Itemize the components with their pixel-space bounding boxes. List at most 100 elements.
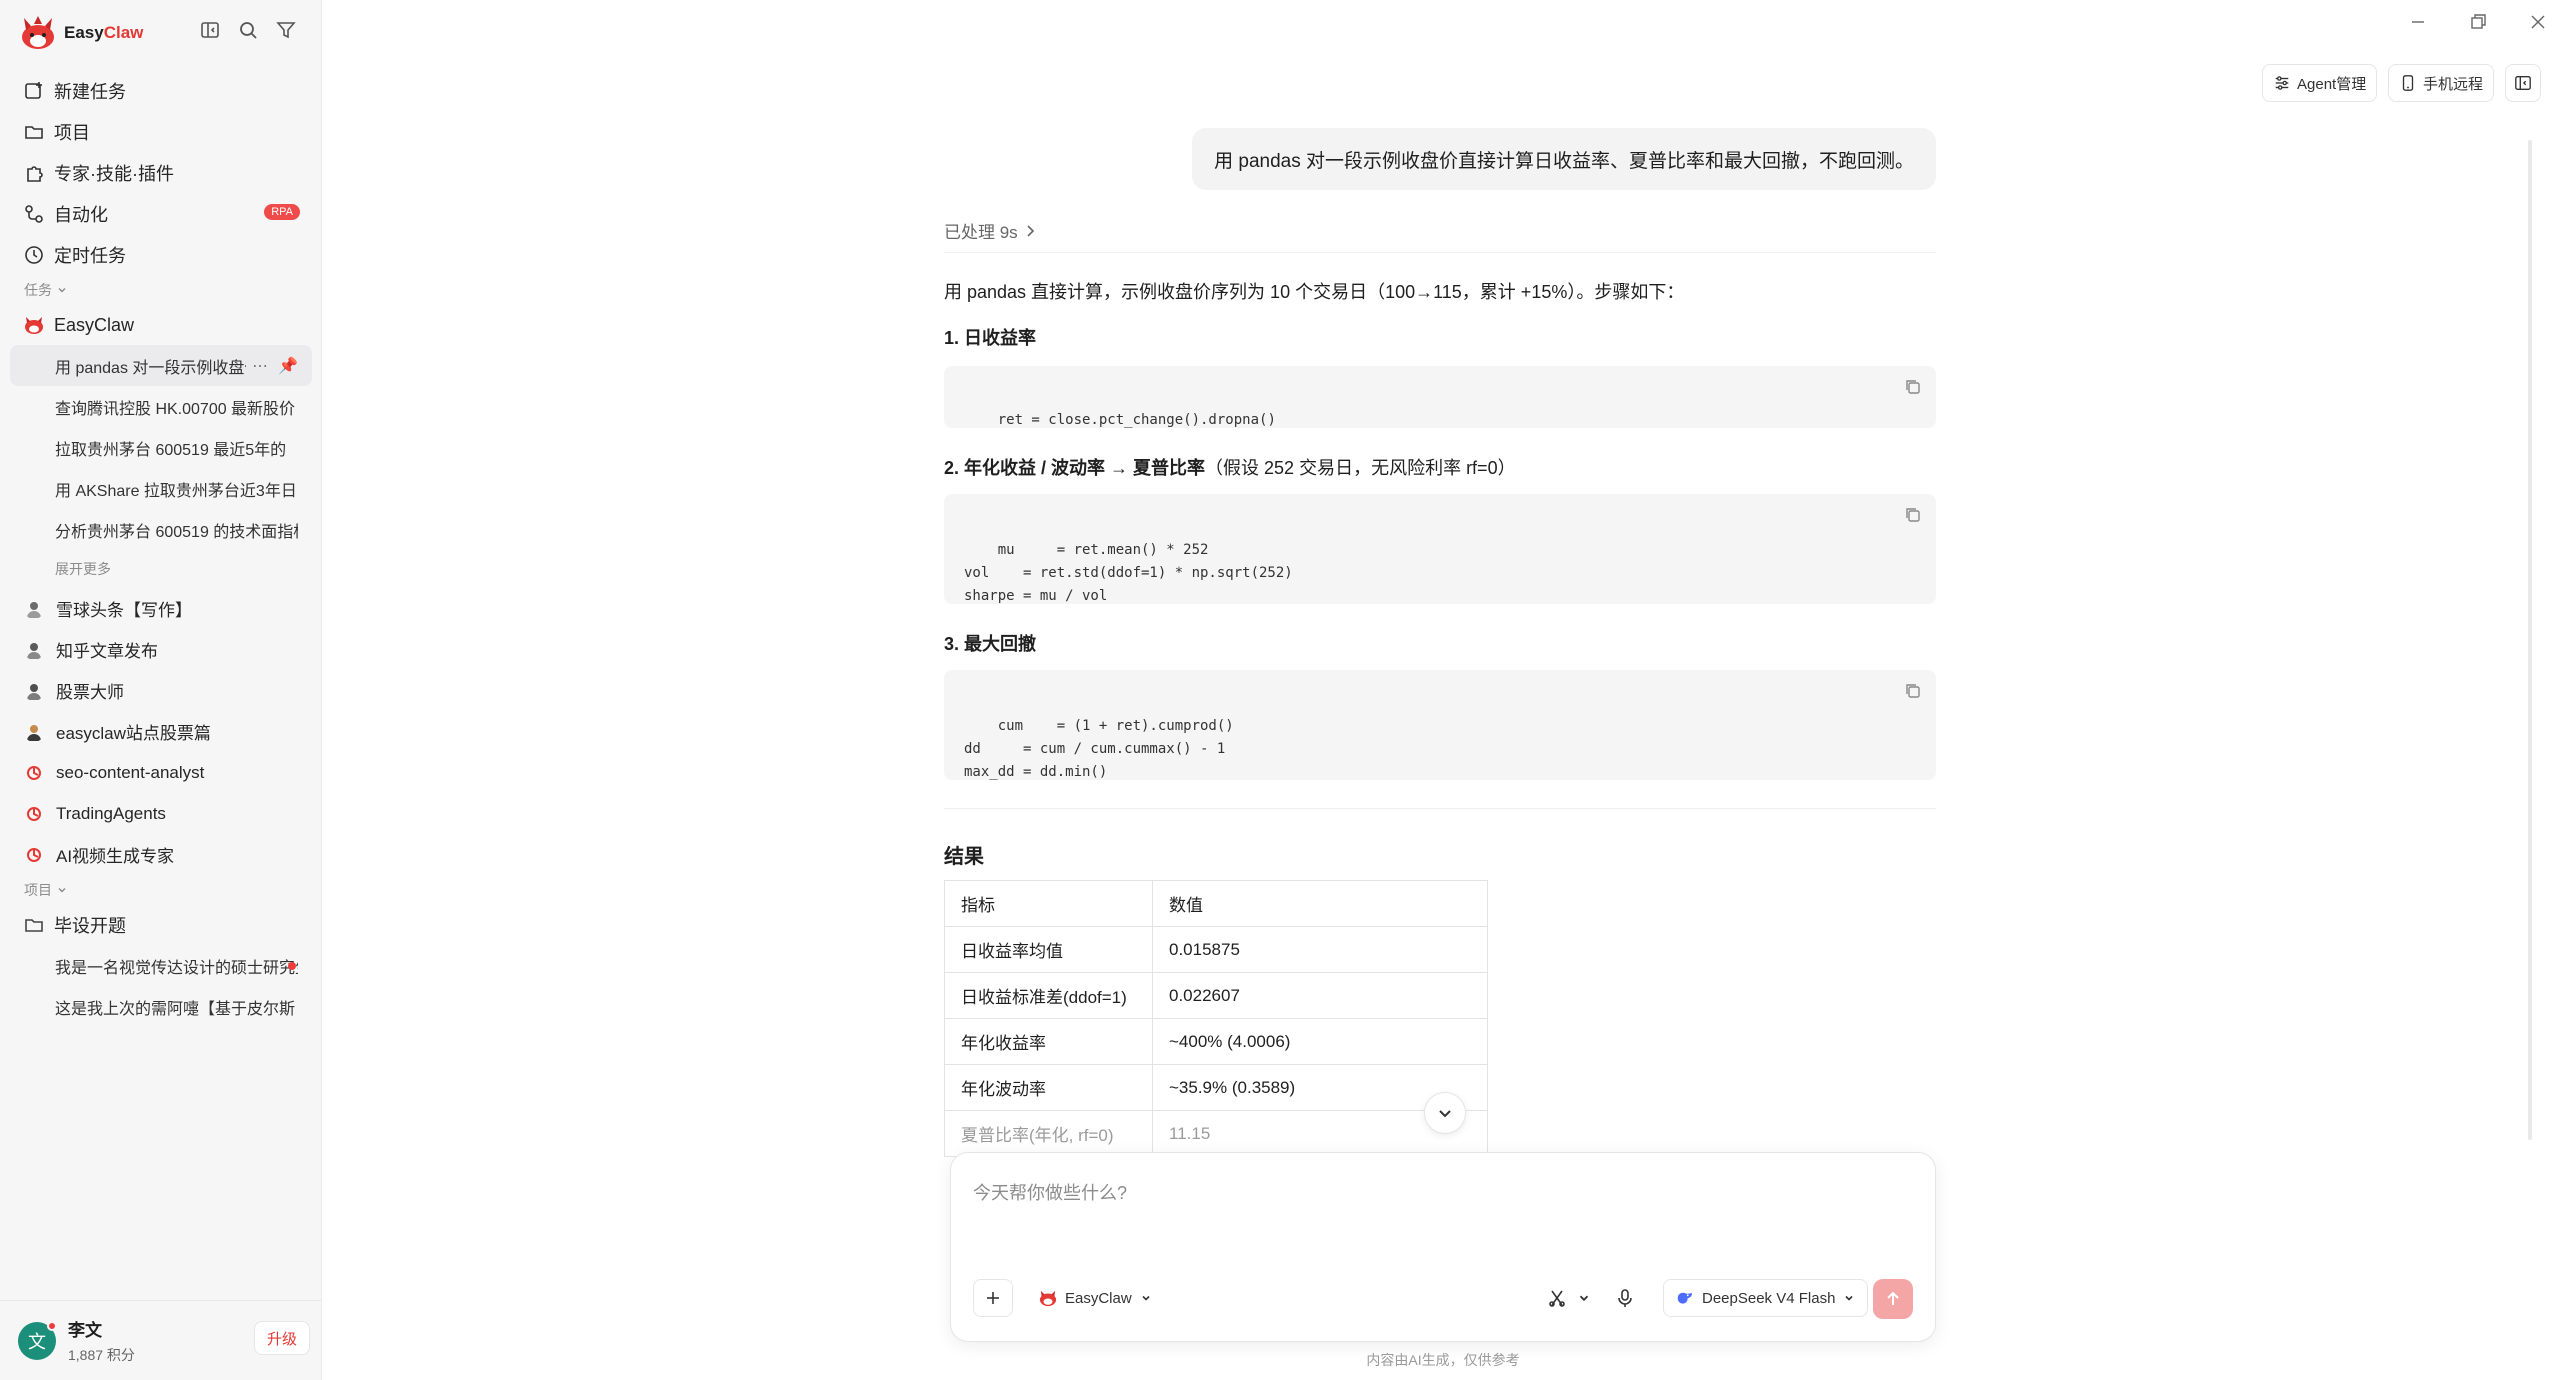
- phone-icon: [2402, 75, 2414, 91]
- tools-icon[interactable]: [1547, 1288, 1567, 1308]
- person-avatar-icon: [27, 642, 41, 659]
- ai-disclaimer: 内容由AI生成，仅供参考: [1366, 1352, 1520, 1368]
- projects-section-label[interactable]: 项目: [10, 875, 312, 905]
- agent-item[interactable]: seo-content-analyst: [10, 752, 312, 793]
- table-row: 日收益标准差(ddof=1) 0.022607: [944, 972, 1488, 1019]
- filter-icon[interactable]: [276, 20, 296, 40]
- easyclaw-avatar-icon: [25, 317, 43, 334]
- message-input[interactable]: [973, 1173, 1873, 1213]
- brand-name: EasyClaw: [64, 23, 144, 42]
- collapse-sidebar-icon[interactable]: [200, 20, 220, 40]
- code-block: mu = ret.mean() * 252 vol = ret.std(ddof…: [944, 494, 1936, 604]
- minimize-icon[interactable]: [2408, 12, 2428, 32]
- task-item[interactable]: 用 pandas 对一段示例收盘价直接计算日收益率… ⋯📌: [10, 345, 312, 386]
- intro-text: 用 pandas 直接计算，示例收盘价序列为 10 个交易日（100→115，累…: [944, 282, 1685, 302]
- user-points: 1,887 积分: [68, 1347, 135, 1363]
- copy-icon[interactable]: [1904, 682, 1922, 700]
- model-selector[interactable]: DeepSeek V4 Flash: [1663, 1279, 1869, 1317]
- chevron-down-icon: [58, 887, 66, 893]
- divider: [944, 808, 1936, 809]
- table-cell: ~400% (4.0006): [1152, 1018, 1488, 1065]
- easyclaw-avatar-icon: [1039, 1290, 1057, 1307]
- table-header-cell: 指标: [944, 880, 1153, 927]
- send-button[interactable]: [1873, 1279, 1913, 1319]
- step3-title: 3. 最大回撤: [944, 634, 1037, 654]
- processed-toggle[interactable]: 已处理 9s: [944, 218, 1036, 243]
- agent-item[interactable]: easyclaw站点股票篇: [10, 711, 312, 752]
- code-block: ret = close.pct_change().dropna(): [944, 366, 1936, 428]
- chevron-down-icon[interactable]: [1577, 1288, 1591, 1308]
- brand[interactable]: EasyClaw: [20, 16, 143, 50]
- table-header-row: 指标 数值: [944, 880, 1488, 927]
- scrollbar[interactable]: [2528, 140, 2532, 1140]
- table-row: 年化波动率 ~35.9% (0.3589): [944, 1064, 1488, 1111]
- table-cell: 夏普比率(年化, rf=0): [944, 1110, 1153, 1157]
- project-item[interactable]: 我是一名视觉传达设计的硕士研究生: [10, 945, 312, 986]
- pin-icon[interactable]: 📌: [278, 356, 298, 376]
- agent-selector[interactable]: EasyClaw: [1027, 1279, 1164, 1317]
- agent-item[interactable]: 股票大师: [10, 670, 312, 711]
- rpa-badge: RPA: [264, 204, 300, 220]
- scroll-to-bottom-button[interactable]: [1424, 1092, 1466, 1134]
- table-cell: 年化波动率: [944, 1064, 1153, 1111]
- user-name: 李文: [68, 1321, 102, 1340]
- automation-icon: [25, 204, 43, 223]
- clock-icon: [25, 245, 43, 264]
- table-row: 年化收益率 ~400% (4.0006): [944, 1018, 1488, 1065]
- chevron-down-icon: [1142, 1295, 1150, 1301]
- tasks-section-label[interactable]: 任务: [10, 275, 312, 305]
- nav-automation[interactable]: 自动化 RPA: [10, 193, 312, 234]
- close-icon[interactable]: [2528, 12, 2548, 32]
- person-avatar-icon: [27, 601, 41, 618]
- project-item[interactable]: 这是我上次的需阿嚏【基于皮尔斯: [10, 986, 312, 1027]
- agent-item[interactable]: 雪球头条【写作】: [10, 588, 312, 629]
- copy-icon[interactable]: [1904, 506, 1922, 524]
- nav-new-task[interactable]: 新建任务: [10, 70, 312, 111]
- avatar: 文: [18, 1320, 57, 1360]
- result-title: 结果: [944, 846, 984, 868]
- new-task-icon: [25, 81, 42, 99]
- agent-item[interactable]: AI视频生成专家: [10, 834, 312, 875]
- nav-label: 项目: [54, 122, 90, 143]
- nav-projects[interactable]: 项目: [10, 111, 312, 152]
- table-header-cell: 数值: [1152, 880, 1488, 927]
- table-cell: 日收益标准差(ddof=1): [944, 972, 1153, 1019]
- agent-management-button[interactable]: Agent管理: [2262, 64, 2378, 102]
- more-icon[interactable]: ⋯: [252, 356, 268, 376]
- easyclaw-logo-icon: [22, 16, 54, 49]
- table-cell: 年化收益率: [944, 1018, 1153, 1065]
- task-item[interactable]: 分析贵州茅台 600519 的技术面指标: [10, 509, 312, 550]
- project-group[interactable]: 毕设开题: [10, 905, 312, 945]
- search-icon[interactable]: [238, 20, 258, 40]
- tasks-group-easyclaw[interactable]: EasyClaw: [10, 305, 312, 345]
- show-more-link[interactable]: 展开更多: [10, 550, 312, 588]
- task-item[interactable]: 查询腾讯控股 HK.00700 最新股价: [10, 386, 312, 427]
- toggle-panel-button[interactable]: [2505, 64, 2541, 102]
- composer: EasyClaw DeepSeek V4 Flash: [950, 1152, 1936, 1342]
- agent-item[interactable]: TradingAgents: [10, 793, 312, 834]
- panel-toggle-icon: [2515, 76, 2531, 90]
- code-block: cum = (1 + ret).cumprod() dd = cum / cum…: [944, 670, 1936, 780]
- step2-title: 2. 年化收益 / 波动率 → 夏普比率（假设 252 交易日，无风险利率 rf…: [944, 458, 1516, 478]
- add-attachment-button[interactable]: [973, 1279, 1013, 1317]
- table-row: 夏普比率(年化, rf=0) 11.15: [944, 1110, 1488, 1157]
- arrow-up-icon: [1887, 1291, 1899, 1305]
- result-table: 指标 数值 日收益率均值 0.015875 日收益标准差(ddof=1) 0.0…: [944, 880, 1488, 1157]
- task-item[interactable]: 用 AKShare 拉取贵州茅台近3年日: [10, 468, 312, 509]
- user-profile[interactable]: 文 李文 1,887 积分 升级: [0, 1300, 322, 1380]
- nav-scheduled-tasks[interactable]: 定时任务: [10, 234, 312, 275]
- nav-experts-skills[interactable]: 专家·技能·插件: [10, 152, 312, 193]
- microphone-icon[interactable]: [1615, 1288, 1635, 1308]
- copy-icon[interactable]: [1904, 378, 1922, 396]
- table-row: 日收益率均值 0.015875: [944, 926, 1488, 973]
- upgrade-button[interactable]: 升级: [254, 1321, 310, 1355]
- mobile-remote-button[interactable]: 手机远程: [2388, 64, 2495, 102]
- skill-icon: [27, 806, 41, 821]
- restore-icon[interactable]: [2468, 12, 2488, 32]
- task-item[interactable]: 拉取贵州茅台 600519 最近5年的: [10, 427, 312, 468]
- unread-dot: [288, 962, 296, 970]
- plus-icon: [987, 1292, 999, 1304]
- window-controls: [2408, 12, 2560, 32]
- step1-title: 1. 日收益率: [944, 328, 1037, 348]
- agent-item[interactable]: 知乎文章发布: [10, 629, 312, 670]
